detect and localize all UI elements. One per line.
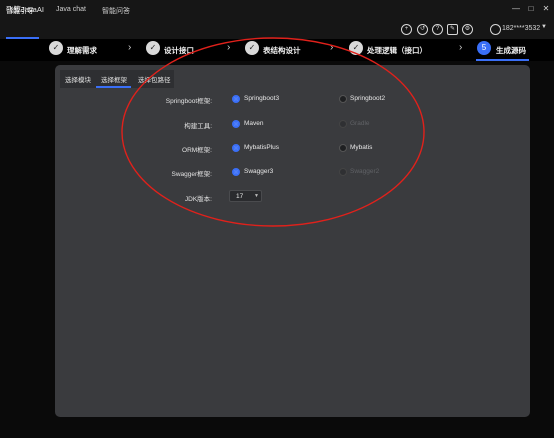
current-step-indicator <box>476 59 529 61</box>
add-icon[interactable]: + <box>401 24 412 35</box>
step-label-5[interactable]: 生成源码 <box>496 45 526 56</box>
edit-icon[interactable]: ✎ <box>447 24 458 35</box>
maximize-button[interactable]: □ <box>525 3 537 15</box>
user-phone[interactable]: 182****3532 <box>502 25 540 32</box>
history-icon[interactable]: ↺ <box>417 24 428 35</box>
settings-icon[interactable]: ⚙ <box>462 24 473 35</box>
help-icon[interactable]: ? <box>432 24 443 35</box>
tab-smart-guide[interactable]: 智能引导 <box>6 6 34 16</box>
subtab-select-module[interactable]: 选择模块 <box>65 74 91 84</box>
user-avatar-icon[interactable] <box>490 24 501 35</box>
tab-java-chat[interactable]: Java chat <box>56 6 86 13</box>
minimize-button[interactable]: — <box>510 3 522 15</box>
close-button[interactable]: ✕ <box>540 3 552 15</box>
annotation-ellipse <box>121 37 425 227</box>
step-number-5: 5 <box>477 41 491 55</box>
chevron-right-icon: › <box>459 42 463 53</box>
step-label-1[interactable]: 理解需求 <box>67 45 97 56</box>
step-done-check-icon: ✓ <box>49 41 63 55</box>
chevron-down-icon[interactable]: ▼ <box>541 24 547 30</box>
tab-smart-qa[interactable]: 智能问答 <box>102 6 130 16</box>
